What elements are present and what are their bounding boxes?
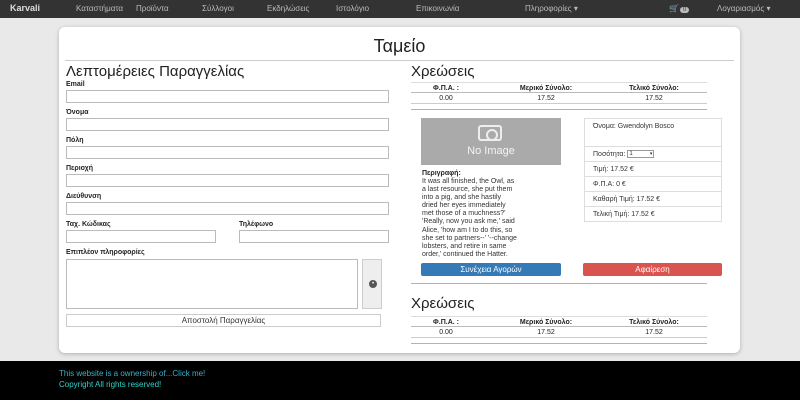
charges-table-top: Φ.Π.Α. : Μερικό Σύνολο: Τελικό Σύνολο: 0… — [411, 82, 707, 104]
charges-value-row: 0.00 17.52 17.52 — [411, 93, 707, 104]
account-menu[interactable]: Λογαριασμός ▾ — [717, 4, 770, 13]
submit-order-button[interactable]: Αποστολή Παραγγελίας — [66, 314, 381, 327]
page-title: Ταμείο — [373, 36, 426, 56]
desc-line: 'Really, now you ask me,' said — [422, 218, 515, 226]
desc-line: It was all finished, the Owl, as — [422, 178, 515, 185]
desc-line: lobsters, and retire in same — [422, 242, 507, 250]
col-subtotal: Μερικό Σύνολο: — [519, 85, 573, 92]
nav-item-events[interactable]: Εκδηλώσεις — [267, 4, 309, 13]
emoji-icon[interactable]: • — [369, 280, 377, 288]
chevron-down-icon: ▾ — [649, 151, 653, 157]
quantity-label: Ποσότητα: — [593, 150, 626, 158]
col-total: Τελικό Σύνολο: — [629, 319, 679, 326]
click-me-link[interactable]: Click me! — [172, 369, 205, 378]
cart-icon: 🛒 — [669, 4, 679, 13]
total-value: 17.52 — [645, 95, 663, 102]
desc-line: met those of a muchness?' — [422, 210, 506, 218]
charges-divider-bottom — [411, 343, 707, 344]
vat-value: 0.00 — [439, 329, 453, 336]
extra-info-label: Επιπλέον πληροφορίες — [66, 249, 145, 256]
title-divider — [65, 60, 734, 61]
net-price-row: Καθαρή Τιμή: 17.52 € — [585, 192, 721, 207]
nav-item-info-label: Πληροφορίες — [525, 4, 572, 13]
subtotal-value: 17.52 — [537, 329, 555, 336]
camera-icon — [478, 125, 502, 141]
extra-info-addon: • — [362, 259, 382, 309]
caret-down-icon: ▾ — [573, 4, 578, 13]
extra-info-textarea[interactable] — [66, 259, 358, 309]
phone-field[interactable] — [239, 230, 389, 243]
quantity-row: Ποσότητα: 1 ▾ — [585, 147, 721, 162]
ownership-label: This website is a ownership of... — [59, 369, 173, 378]
copyright-text: Copyright All rights reserved! — [59, 380, 162, 389]
city-field[interactable] — [66, 146, 389, 159]
section-divider — [411, 283, 707, 284]
nav-item-blog[interactable]: Ιστολόγιο — [336, 4, 369, 13]
nav-item-associations[interactable]: Σύλλογοι — [202, 4, 234, 13]
nav-item-contact[interactable]: Επικοινωνία — [416, 4, 459, 13]
col-total: Τελικό Σύνολο: — [629, 85, 679, 92]
product-info-box: Όνομα: Gwendolyn Bosco Ποσότητα: 1 ▾ Τιμή… — [584, 118, 722, 222]
charges-table-bottom: Φ.Π.Α. : Μερικό Σύνολο: Τελικό Σύνολο: 0… — [411, 316, 707, 338]
nav-item-stores[interactable]: Καταστήματα — [76, 4, 123, 13]
final-price-row: Τελική Τιμή: 17.52 € — [593, 211, 655, 218]
desc-line: a last resource, she put them — [422, 186, 513, 194]
checkout-card: Ταμείο Λεπτομέρειες Παραγγελίας Email Όν… — [59, 27, 740, 353]
charges-heading-bottom: Χρεώσεις — [411, 295, 475, 312]
product-name: Όνομα: Gwendolyn Bosco — [585, 119, 721, 147]
product-description: It was all finished, the Owl, as a last … — [422, 178, 562, 259]
ownership-text: This website is a ownership of...Click m… — [59, 369, 205, 378]
charges-value-row: 0.00 17.52 17.52 — [411, 327, 707, 338]
desc-line: dried her eyes immediately — [422, 202, 506, 210]
charges-divider-top — [411, 109, 707, 110]
vat-row: Φ.Π.Α: 0 € — [585, 177, 721, 192]
subtotal-value: 17.52 — [537, 95, 555, 102]
continue-shopping-button[interactable]: Συνέχεια Αγορών — [421, 263, 561, 276]
caret-down-icon: ▾ — [766, 4, 771, 13]
total-value: 17.52 — [645, 329, 663, 336]
description-label: Περιγραφή: — [422, 170, 461, 177]
quantity-value: 1 — [629, 151, 633, 157]
address-field[interactable] — [66, 202, 389, 215]
cart-count-badge: 0 — [679, 7, 690, 13]
zip-label: Ταχ. Κώδικας — [66, 221, 111, 228]
email-label: Email — [66, 81, 85, 88]
address-label: Διεύθυνση — [66, 193, 102, 200]
desc-line: into a pig, and she hastily — [422, 194, 501, 202]
brand-logo[interactable]: Karvali — [10, 3, 40, 13]
region-label: Περιοχή — [66, 165, 93, 172]
zip-field[interactable] — [66, 230, 216, 243]
vat-value: 0.00 — [439, 95, 453, 102]
order-details-heading: Λεπτομέρειες Παραγγελίας — [66, 63, 245, 80]
no-image-text: No Image — [467, 145, 515, 157]
quantity-select[interactable]: 1 ▾ — [627, 150, 655, 158]
desc-line: order,' continued the Hatter. — [422, 250, 508, 258]
col-vat: Φ.Π.Α. : — [433, 319, 459, 326]
email-field[interactable] — [66, 90, 389, 103]
desc-line: Alice, 'how am I to do this, so — [422, 226, 513, 234]
site-footer: This website is a ownership of...Click m… — [0, 361, 800, 400]
charges-header-row: Φ.Π.Α. : Μερικό Σύνολο: Τελικό Σύνολο: — [411, 82, 707, 93]
charges-header-row: Φ.Π.Α. : Μερικό Σύνολο: Τελικό Σύνολο: — [411, 316, 707, 327]
top-navbar: Karvali Καταστήματα Προϊόντα Σύλλογοι Εκ… — [0, 0, 800, 18]
nav-item-products[interactable]: Προϊόντα — [136, 4, 169, 13]
charges-heading-top: Χρεώσεις — [411, 63, 475, 80]
cart-button[interactable]: 🛒 0 — [669, 4, 690, 13]
col-vat: Φ.Π.Α. : — [433, 85, 459, 92]
desc-line: she set to partners--' '--change — [422, 234, 517, 242]
city-label: Πόλη — [66, 137, 84, 144]
product-image-placeholder: No Image — [421, 118, 561, 165]
phone-label: Τηλέφωνο — [239, 221, 274, 228]
remove-item-button[interactable]: Αφαίρεση — [583, 263, 722, 276]
region-field[interactable] — [66, 174, 389, 187]
col-subtotal: Μερικό Σύνολο: — [519, 319, 573, 326]
name-label: Όνομα — [66, 109, 89, 116]
nav-item-info[interactable]: Πληροφορίες ▾ — [525, 4, 578, 13]
account-label: Λογαριασμός — [717, 4, 765, 13]
name-field[interactable] — [66, 118, 389, 131]
price-row: Τιμή: 17.52 € — [585, 162, 721, 177]
